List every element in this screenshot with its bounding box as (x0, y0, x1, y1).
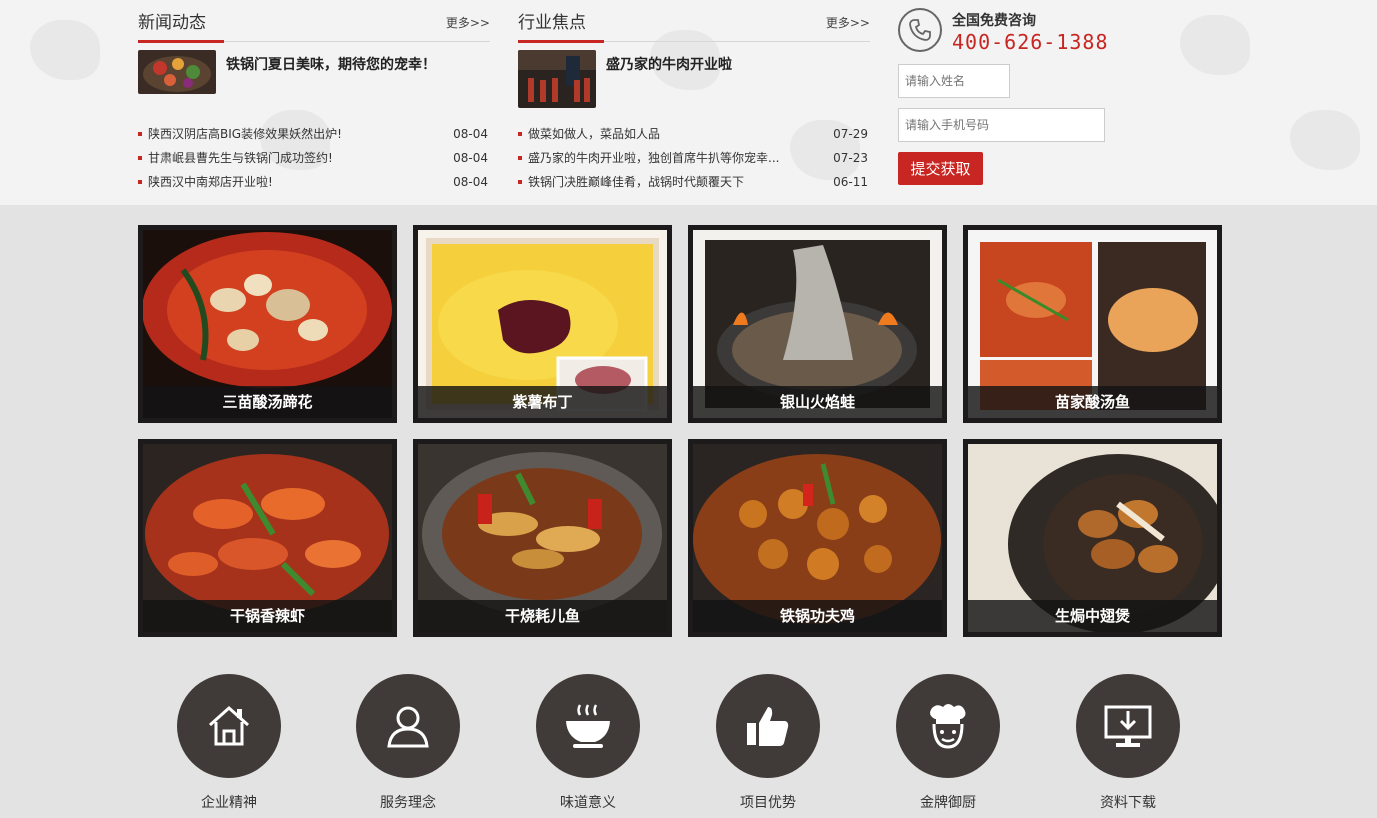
cloud-decoration (1180, 15, 1250, 75)
download-monitor-icon (1104, 705, 1152, 747)
industry-title: 行业焦点 (518, 13, 586, 33)
industry-item-date: 07-29 (833, 127, 868, 141)
list-item[interactable]: 陕西汉中南郑店开业啦! 08-04 (138, 170, 490, 194)
news-title: 新闻动态 (138, 13, 206, 33)
news-feature-title[interactable]: 铁锅门夏日美味，期待您的宠幸！ (226, 54, 436, 74)
industry-item-date: 07-23 (833, 151, 868, 165)
dish-card[interactable]: 紫薯布丁 (413, 225, 672, 423)
dish-card[interactable]: 干烧耗儿鱼 (413, 439, 672, 637)
dish-caption[interactable]: 紫薯布丁 (418, 386, 667, 418)
news-list: 陕西汉阴店高BIG装修效果妖然出炉! 08-04 甘肃岷县曹先生与铁锅门成功签约!… (138, 122, 490, 194)
thumbs-up-icon (747, 707, 789, 746)
dish-caption[interactable]: 干锅香辣虾 (143, 600, 392, 632)
name-input[interactable] (898, 64, 1010, 98)
title-underline (518, 40, 604, 43)
feature-circle[interactable] (356, 674, 460, 778)
user-icon (387, 706, 429, 748)
dish-card[interactable]: 三苗酸汤蹄花 (138, 225, 397, 423)
news-item-text[interactable]: 陕西汉中南郑店开业啦! (148, 175, 273, 189)
chef-icon (930, 704, 966, 749)
dish-caption[interactable]: 生焗中翅煲 (968, 600, 1217, 632)
top-band: 新闻动态 更多>> 铁锅门夏日美味，期待您的宠幸！ 陕西汉阴店高BIG装修效果妖… (0, 0, 1377, 205)
phone-icon (898, 8, 942, 52)
industry-feature-thumbnail[interactable] (518, 50, 596, 108)
dish-card[interactable]: 银山火焰蛙 (688, 225, 947, 423)
feature-circle[interactable] (716, 674, 820, 778)
industry-item-text[interactable]: 盛乃家的牛肉开业啦，独创首席牛扒等你宠幸... (528, 151, 779, 165)
feature-label[interactable]: 项目优势 (716, 792, 820, 812)
news-item-date: 08-04 (453, 127, 488, 141)
industry-feature[interactable]: 盛乃家的牛肉开业啦 (518, 50, 870, 122)
news-item-text[interactable]: 甘肃岷县曹先生与铁锅门成功签约! (148, 151, 333, 165)
news-more-link[interactable]: 更多>> (446, 14, 490, 31)
bowl-icon (566, 704, 610, 748)
dish-card[interactable]: 干锅香辣虾 (138, 439, 397, 637)
news-item-text[interactable]: 陕西汉阴店高BIG装修效果妖然出炉! (148, 127, 342, 141)
feature-circle[interactable] (536, 674, 640, 778)
industry-header: 行业焦点 更多>> (518, 6, 870, 43)
news-item-date: 08-04 (453, 175, 488, 189)
feature-label[interactable]: 企业精神 (177, 792, 281, 812)
news-feature-thumbnail[interactable] (138, 50, 216, 94)
hotline-number: 400-626-1388 (952, 30, 1109, 54)
news-feature[interactable]: 铁锅门夏日美味，期待您的宠幸！ (138, 50, 490, 122)
industry-item-date: 06-11 (833, 175, 868, 189)
feature-label[interactable]: 味道意义 (536, 792, 640, 812)
dish-caption[interactable]: 银山火焰蛙 (693, 386, 942, 418)
mobile-input[interactable] (898, 108, 1105, 142)
feature-label[interactable]: 金牌御厨 (896, 792, 1000, 812)
news-section: 新闻动态 更多>> 铁锅门夏日美味，期待您的宠幸！ 陕西汉阴店高BIG装修效果妖… (138, 6, 490, 194)
industry-feature-title[interactable]: 盛乃家的牛肉开业啦 (606, 54, 732, 74)
feature-item[interactable]: 金牌御厨 (896, 674, 1000, 812)
feature-item[interactable]: 服务理念 (356, 674, 460, 812)
feature-label[interactable]: 服务理念 (356, 792, 460, 812)
dish-card[interactable]: 生焗中翅煲 (963, 439, 1222, 637)
list-item[interactable]: 甘肃岷县曹先生与铁锅门成功签约! 08-04 (138, 146, 490, 170)
feature-item[interactable]: 味道意义 (536, 674, 640, 812)
feature-circle[interactable] (896, 674, 1000, 778)
industry-list: 做菜如做人，菜品如人品 07-29 盛乃家的牛肉开业啦，独创首席牛扒等你宠幸...… (518, 122, 870, 194)
industry-more-link[interactable]: 更多>> (826, 14, 870, 31)
title-underline (138, 40, 224, 43)
list-item[interactable]: 做菜如做人，菜品如人品 07-29 (518, 122, 870, 146)
list-item[interactable]: 盛乃家的牛肉开业啦，独创首席牛扒等你宠幸... 07-23 (518, 146, 870, 170)
dish-card[interactable]: 苗家酸汤鱼 (963, 225, 1222, 423)
dish-caption[interactable]: 苗家酸汤鱼 (968, 386, 1217, 418)
dish-caption[interactable]: 三苗酸汤蹄花 (143, 386, 392, 418)
contact-label: 全国免费咨询 (952, 13, 1036, 29)
news-header: 新闻动态 更多>> (138, 6, 490, 43)
industry-item-text[interactable]: 做菜如做人，菜品如人品 (528, 127, 660, 141)
industry-item-text[interactable]: 铁锅门决胜巅峰佳肴，战锅时代颠覆天下 (528, 175, 744, 189)
house-icon (208, 705, 250, 746)
list-item[interactable]: 铁锅门决胜巅峰佳肴，战锅时代颠覆天下 06-11 (518, 170, 870, 194)
feature-item[interactable]: 资料下载 (1076, 674, 1180, 812)
industry-section: 行业焦点 更多>> 盛乃家的牛肉开业啦 做菜如做人，菜品如人品 07-29 盛乃家… (518, 6, 870, 194)
submit-button[interactable]: 提交获取 (898, 152, 983, 185)
feature-item[interactable]: 企业精神 (177, 674, 281, 812)
dish-card[interactable]: 铁锅功夫鸡 (688, 439, 947, 637)
feature-circle[interactable] (1076, 674, 1180, 778)
list-item[interactable]: 陕西汉阴店高BIG装修效果妖然出炉! 08-04 (138, 122, 490, 146)
feature-label[interactable]: 资料下载 (1076, 792, 1180, 812)
cloud-decoration (1290, 110, 1360, 170)
feature-circle[interactable] (177, 674, 281, 778)
dish-caption[interactable]: 干烧耗儿鱼 (418, 600, 667, 632)
news-item-date: 08-04 (453, 151, 488, 165)
feature-item[interactable]: 项目优势 (716, 674, 820, 812)
dish-caption[interactable]: 铁锅功夫鸡 (693, 600, 942, 632)
cloud-decoration (30, 20, 100, 80)
